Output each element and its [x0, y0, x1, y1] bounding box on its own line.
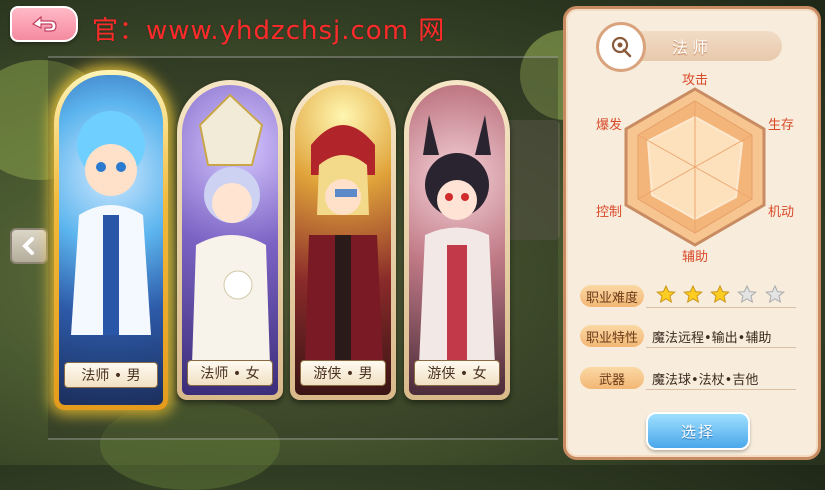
card-label: 法师 • 男	[64, 362, 158, 388]
weapon-value: 魔法球•法杖•吉他	[652, 372, 759, 388]
character-card-ranger-male[interactable]: 游侠 • 男	[290, 80, 396, 400]
traits-row: 职业特性 魔法远程•输出•辅助	[580, 325, 771, 347]
star-icon	[710, 285, 731, 303]
divider	[646, 347, 796, 348]
card-label: 法师 • 女	[187, 360, 273, 386]
card-label: 游侠 • 男	[300, 360, 386, 386]
character-portrait-mage-female	[182, 85, 278, 395]
weapon-label: 武器	[580, 367, 644, 389]
back-button[interactable]	[10, 6, 78, 42]
difficulty-label: 职业难度	[580, 285, 644, 307]
back-arrow-icon	[31, 15, 57, 32]
stat-label-burst: 爆发	[596, 118, 623, 133]
traits-label: 职业特性	[580, 325, 644, 347]
character-portrait-ranger-male	[295, 85, 391, 395]
class-emblem	[596, 22, 646, 72]
stat-label-attack: 攻击	[682, 73, 709, 88]
divider	[646, 307, 796, 308]
site-watermark: 官：www.yhdzchsj.com 网	[92, 16, 446, 46]
star-icon	[764, 285, 785, 303]
card-label: 游侠 • 女	[414, 360, 500, 386]
stat-label-support: 辅助	[682, 250, 709, 265]
class-info-panel: 法师 攻击 爆发 生存 控制 机动 辅助 职业难度 职业特性 魔法远程•输出•辅…	[563, 6, 821, 460]
star-icon	[737, 285, 758, 303]
character-portrait-ranger-female	[409, 85, 505, 395]
character-card-mage-female[interactable]: 法师 • 女	[177, 80, 283, 400]
character-portrait-mage-male	[59, 75, 163, 405]
previous-page-button[interactable]	[10, 228, 48, 264]
star-icon	[656, 285, 676, 303]
character-card-ranger-female[interactable]: 游侠 • 女	[404, 80, 510, 400]
weapon-row: 武器 魔法球•法杖•吉他	[580, 367, 758, 389]
wand-icon	[611, 36, 632, 58]
traits-value: 魔法远程•输出•辅助	[652, 330, 772, 346]
stat-label-mobility: 机动	[768, 205, 795, 220]
character-card-mage-male[interactable]: 法师 • 男	[54, 70, 168, 410]
stat-label-survival: 生存	[768, 118, 795, 133]
difficulty-stars	[656, 285, 788, 307]
chevron-left-icon	[22, 237, 34, 255]
divider	[646, 389, 796, 390]
difficulty-row: 职业难度	[580, 285, 788, 307]
select-button[interactable]: 选择	[646, 412, 750, 450]
stat-label-control: 控制	[596, 205, 623, 220]
star-icon	[683, 285, 704, 303]
ability-radar-chart	[624, 87, 766, 247]
